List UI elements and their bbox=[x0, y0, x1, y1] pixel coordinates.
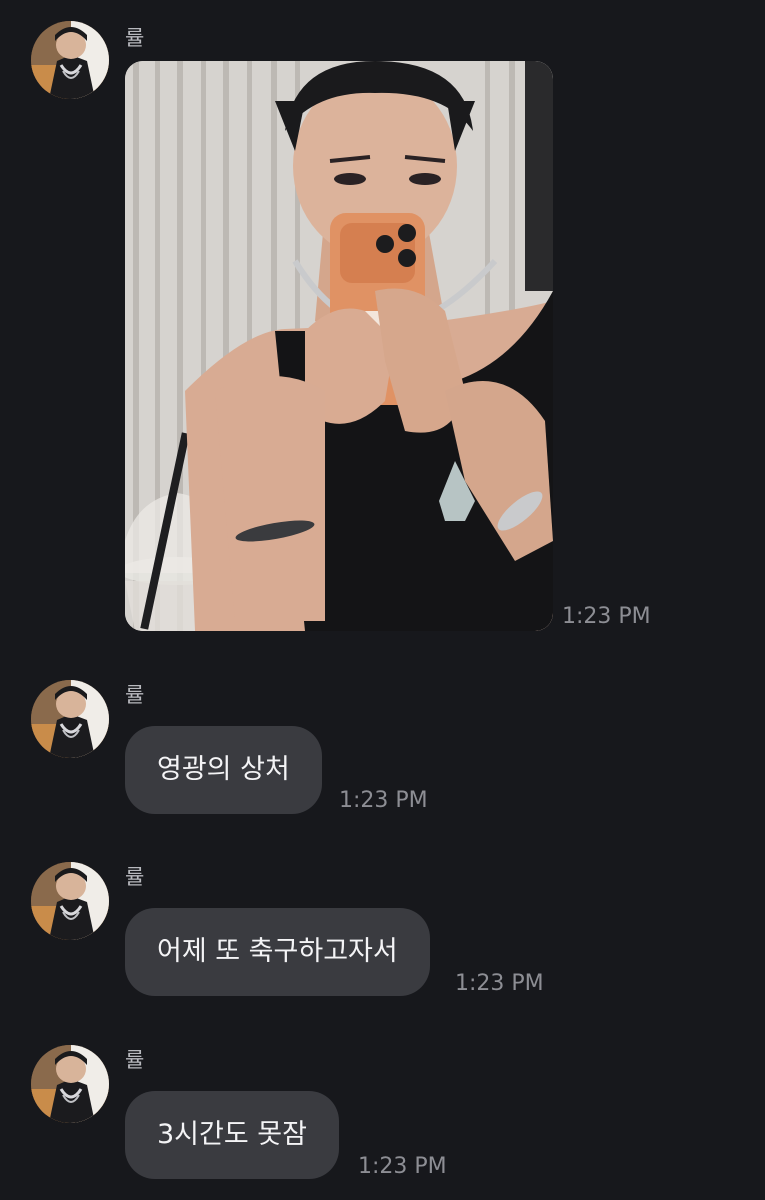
message-timestamp: 1:23 PM bbox=[339, 788, 428, 813]
avatar-image bbox=[31, 1045, 109, 1123]
sender-name: 률 bbox=[125, 865, 145, 889]
message-bubble[interactable]: 어제 또 축구하고자서 bbox=[125, 908, 430, 996]
avatar[interactable] bbox=[31, 21, 109, 99]
chat-thread: 률 1:23 PM 률 영광의 상처 1:23 PM 률 어제 또 축구하고자서… bbox=[0, 0, 765, 1200]
avatar[interactable] bbox=[31, 862, 109, 940]
avatar-image bbox=[31, 862, 109, 940]
photo-image bbox=[125, 61, 553, 631]
message-timestamp: 1:23 PM bbox=[455, 971, 544, 996]
avatar[interactable] bbox=[31, 680, 109, 758]
avatar[interactable] bbox=[31, 1045, 109, 1123]
message-text: 률 어제 또 축구하고자서 1:23 PM bbox=[0, 822, 765, 1012]
message-bubble[interactable]: 영광의 상처 bbox=[125, 726, 322, 814]
message-timestamp: 1:23 PM bbox=[358, 1154, 447, 1179]
message-text: 률 3시간도 못잠 1:23 PM bbox=[0, 1005, 765, 1200]
message-timestamp: 1:23 PM bbox=[562, 604, 651, 629]
avatar-image bbox=[31, 680, 109, 758]
sender-name: 률 bbox=[125, 26, 145, 50]
message-text: 률 영광의 상처 1:23 PM bbox=[0, 640, 765, 830]
avatar-image bbox=[31, 21, 109, 99]
message-image: 률 1:23 PM bbox=[0, 0, 765, 640]
sender-name: 률 bbox=[125, 1048, 145, 1072]
sender-name: 률 bbox=[125, 683, 145, 707]
message-bubble[interactable]: 3시간도 못잠 bbox=[125, 1091, 339, 1179]
message-photo[interactable] bbox=[125, 61, 553, 631]
